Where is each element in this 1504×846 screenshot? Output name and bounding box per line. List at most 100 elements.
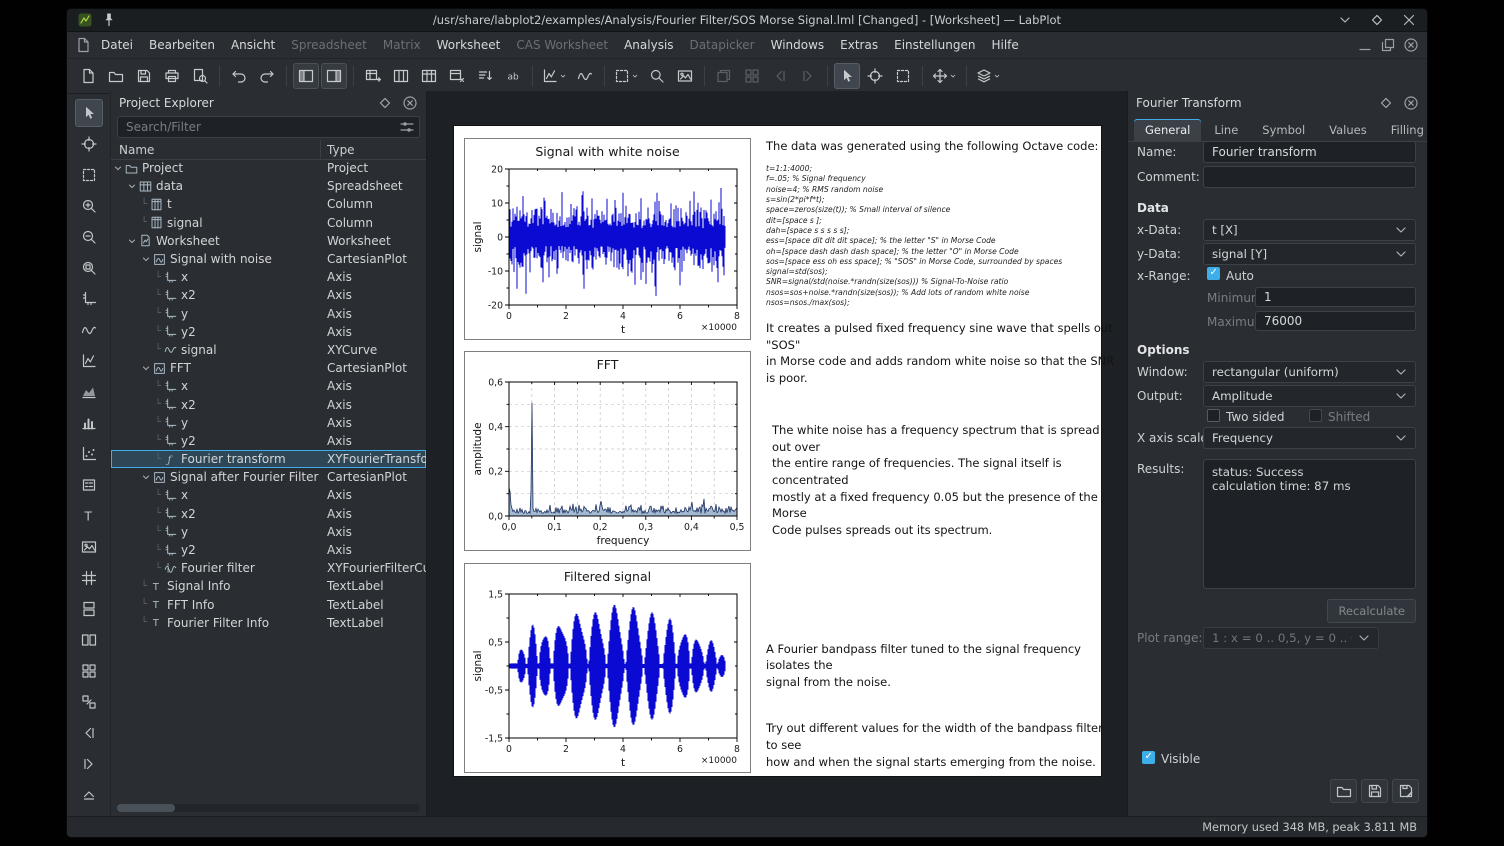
save-as-default-button[interactable] (1392, 779, 1419, 803)
tree-item-fourier-filter-info[interactable]: └TFourier Filter InfoTextLabel (111, 614, 426, 632)
tree-item-x[interactable]: └xAxis (111, 377, 426, 395)
shift-left-x-button[interactable] (75, 719, 103, 747)
add-scatter-plot-button[interactable] (75, 440, 103, 468)
tree-item-fft-info[interactable]: └TFFT InfoTextLabel (111, 596, 426, 614)
presenter-mode-button[interactable] (973, 63, 1004, 89)
menu-analysis[interactable]: Analysis (616, 35, 681, 55)
minimize-button[interactable] (1337, 12, 1353, 28)
select-pointer-button[interactable] (75, 99, 103, 127)
tree-item-y2[interactable]: └y2Axis (111, 432, 426, 450)
menu-bearbeiten[interactable]: Bearbeiten (141, 35, 223, 55)
shift-right-x-button[interactable] (75, 750, 103, 778)
horizontal-scrollbar[interactable] (117, 804, 420, 812)
tab-line[interactable]: Line (1203, 119, 1249, 141)
export-image-button[interactable] (672, 63, 698, 89)
signal-info-heading[interactable]: The data was generated using the followi… (766, 138, 1106, 155)
expander-icon[interactable] (113, 163, 123, 173)
tree-item-x2[interactable]: └x2Axis (111, 286, 426, 304)
zoom-region-mode-button[interactable] (890, 63, 916, 89)
visible-label[interactable]: Visible (1161, 752, 1200, 766)
select-region-button[interactable] (75, 161, 103, 189)
tab-general[interactable]: General (1134, 119, 1201, 141)
menu-ansicht[interactable]: Ansicht (223, 35, 283, 55)
magnifier-button[interactable] (644, 63, 670, 89)
tab-symbol[interactable]: Symbol (1251, 119, 1316, 141)
mdi-close-button[interactable] (1403, 37, 1419, 53)
add-text-label-button[interactable]: T (75, 502, 103, 530)
tree-item-x2[interactable]: └x2Axis (111, 505, 426, 523)
vertical-layout-button[interactable] (75, 595, 103, 623)
insert-column-button[interactable] (388, 63, 414, 89)
tree-item-worksheet[interactable]: WorksheetWorksheet (111, 232, 426, 250)
add-legend-button[interactable] (75, 471, 103, 499)
tree-item-x2[interactable]: └x2Axis (111, 395, 426, 413)
add-image-button[interactable] (75, 533, 103, 561)
octave-code[interactable]: t=1:1:4000;f=.05; % Signal frequencynois… (766, 164, 1106, 308)
print-button[interactable] (159, 63, 185, 89)
pin-icon[interactable] (101, 12, 117, 28)
worksheet-page[interactable]: Signal with white noise 02468-20-1001020… (454, 126, 1101, 776)
tree-item-y[interactable]: └yAxis (111, 523, 426, 541)
new-project-button[interactable] (75, 63, 101, 89)
expander-icon[interactable] (141, 363, 151, 373)
load-configuration-button[interactable] (1330, 779, 1357, 803)
x-data-select[interactable]: t [X] (1203, 219, 1416, 241)
mdi-restore-button[interactable] (1380, 37, 1396, 53)
plot-filtered-signal[interactable]: Filtered signal 02468-1,5-0,50,51,5tsign… (464, 563, 751, 773)
horizontal-layout-button[interactable] (75, 626, 103, 654)
crosshair-cursor-button[interactable] (75, 130, 103, 158)
auto-checkbox[interactable] (1207, 267, 1220, 280)
column-header-type[interactable]: Type (321, 143, 355, 157)
zoom-in-button[interactable] (75, 192, 103, 220)
mdi-minimize-button[interactable] (1357, 37, 1373, 53)
tree-item-fft[interactable]: FFTCartesianPlot (111, 359, 426, 377)
float-panel-button[interactable] (377, 95, 393, 111)
tree-item-x[interactable]: └xAxis (111, 268, 426, 286)
tree-item-signal[interactable]: └signalXYCurve (111, 341, 426, 359)
toggle-properties-explorer-button[interactable] (321, 63, 347, 89)
spreadsheet-view-button[interactable] (416, 63, 442, 89)
add-axis-button[interactable] (75, 285, 103, 313)
tree-item-x[interactable]: └xAxis (111, 486, 426, 504)
tree-item-signal[interactable]: └signalColumn (111, 214, 426, 232)
shift-up-y-button[interactable] (75, 781, 103, 809)
tree-item-project[interactable]: ProjectProject (111, 159, 426, 177)
break-layout-button[interactable] (75, 688, 103, 716)
select-mode-button[interactable] (834, 63, 860, 89)
y-data-select[interactable]: signal [Y] (1203, 243, 1416, 265)
remove-cells-button[interactable] (444, 63, 470, 89)
save-project-button[interactable] (131, 63, 157, 89)
tree-item-t[interactable]: └tColumn (111, 195, 426, 213)
tab-filling[interactable]: Filling (1380, 119, 1428, 141)
tree-item-y[interactable]: └yAxis (111, 414, 426, 432)
x-axis-scale-select[interactable]: Frequency (1203, 427, 1416, 449)
new-plot-button[interactable] (539, 63, 570, 89)
auto-label[interactable]: Auto (1226, 269, 1254, 283)
menu-extras[interactable]: Extras (832, 35, 886, 55)
float-dock-button[interactable] (1378, 95, 1394, 111)
open-project-button[interactable] (103, 63, 129, 89)
menu-worksheet[interactable]: Worksheet (429, 35, 509, 55)
menu-datei[interactable]: Datei (93, 35, 141, 55)
visible-checkbox[interactable] (1142, 751, 1155, 764)
save-configuration-button[interactable] (1361, 779, 1388, 803)
output-select[interactable]: Amplitude (1203, 385, 1416, 407)
add-xy-curve-button[interactable] (75, 316, 103, 344)
tree-item-fourier-transform[interactable]: └ƒFourier transformXYFourierTransformCur… (111, 450, 426, 468)
expander-icon[interactable] (141, 472, 151, 482)
scrollbar-thumb[interactable] (117, 804, 175, 812)
maximize-button[interactable] (1369, 12, 1385, 28)
tree-item-signal-with-noise[interactable]: Signal with noiseCartesianPlot (111, 250, 426, 268)
menu-einstellungen[interactable]: Einstellungen (886, 35, 983, 55)
window-select[interactable]: rectangular (uniform) (1203, 361, 1416, 383)
plot-fft[interactable]: FFT 0,00,10,20,30,40,50,00,20,40,6freque… (464, 351, 751, 551)
tree-item-y2[interactable]: └y2Axis (111, 323, 426, 341)
zoom-select-button[interactable] (611, 63, 642, 89)
fit-selection-button[interactable] (929, 63, 960, 89)
close-panel-button[interactable] (402, 95, 418, 111)
tab-values[interactable]: Values (1318, 119, 1378, 141)
name-input[interactable] (1203, 141, 1416, 163)
signal-info-text[interactable]: It creates a pulsed fixed frequency sine… (766, 320, 1116, 387)
close-button[interactable] (1401, 12, 1417, 28)
redo-button[interactable] (254, 63, 280, 89)
